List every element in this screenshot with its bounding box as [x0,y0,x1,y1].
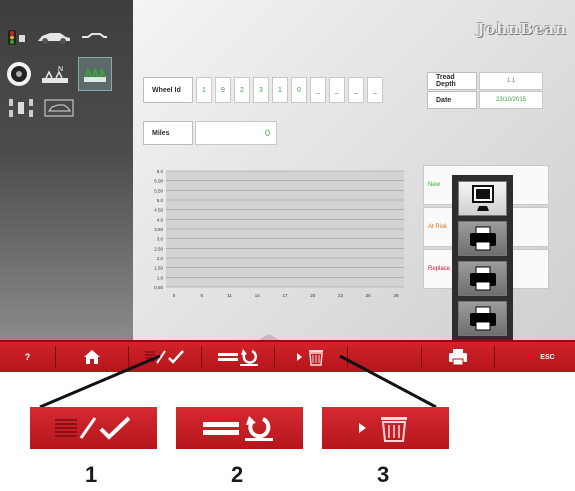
miles-label: Miles [143,121,193,145]
help-button[interactable]: ? [0,342,55,372]
wheel-id-digit[interactable]: 0 [291,77,307,103]
y-tick-label: 3.50 [154,227,163,232]
legend-replace-label: Replace [428,266,451,272]
printer-icon [469,266,496,290]
x-tick-label: 29 [393,293,399,298]
wheel-id-digit[interactable]: 3 [253,77,269,103]
printer-icon [469,306,496,330]
tire-icon[interactable] [6,61,32,87]
toolbar-divider [347,346,348,368]
record-check-icon [145,350,184,364]
x-tick-label: 20 [310,293,316,298]
miles-value[interactable]: 0 [195,121,277,145]
tread-depth-value: 1.1 [479,72,543,90]
esc-button[interactable]: ESC [520,342,575,372]
home-icon [84,350,100,364]
delete-button[interactable] [275,342,347,372]
axle-icon[interactable] [80,31,108,43]
print-option-1-button[interactable] [458,221,507,256]
y-tick-label: 3.0 [157,237,164,242]
monitor-icon [471,184,494,211]
record-check-button[interactable] [129,342,201,372]
print-option-2-button[interactable] [458,261,507,296]
x-tick-label: 14 [255,293,261,298]
y-tick-label: 2.50 [154,246,163,251]
y-tick-label: 4.0 [157,217,164,222]
wheel-id-digit[interactable]: 1 [272,77,288,103]
callout-reset [176,407,303,449]
wheel-id-digit[interactable]: 2 [234,77,250,103]
delete-icon [297,350,323,366]
vehicle-info-icon[interactable] [44,98,74,118]
sidebar-row-2: N [6,57,112,91]
x-tick-label: 23 [338,293,344,298]
reset-icon [202,416,273,441]
tread-wear-chart: 8.0 5.00 5.50 5.0 4.50 4.0 3.50 3.0 2.50 2.0 1.50 1… [154,169,404,298]
wheel-id-digit[interactable]: _ [310,77,326,103]
y-tick-label: 8.0 [157,169,164,174]
wheel-id-digit[interactable]: 1 [196,77,212,103]
record-check-icon [54,416,130,440]
y-tick-label: 5.0 [157,198,164,203]
y-tick-label: 1.0 [157,275,164,280]
sidebar: N [0,0,133,340]
callout-number-3: 3 [377,462,390,487]
tread-depth-label: Tread Depth [427,72,477,90]
toolbar-divider [494,346,495,368]
callout-number-2: 2 [231,462,244,487]
help-label: ? [24,352,31,362]
y-tick-label: 2.0 [157,256,164,261]
legend-at-risk-label: At Risk [428,224,448,230]
sidebar-row-3 [6,96,74,120]
callout-delete [322,407,449,449]
tread-depth-selected-icon[interactable] [78,57,112,91]
callout-record-check [30,407,157,449]
y-tick-label: 0.50 [154,285,163,290]
print-preview-button[interactable] [458,181,507,216]
x-tick-label: 11 [227,293,232,298]
wheel-positions-icon[interactable] [6,96,36,120]
callout-number-1: 1 [85,462,98,487]
wheel-id-digit[interactable]: _ [329,77,345,103]
y-tick-label: 4.50 [154,208,163,213]
date-value: 23/10/2015 [479,91,543,109]
x-tick-label: 26 [366,293,372,298]
car-icon[interactable] [36,29,72,45]
legend-new-label: New [428,182,441,188]
x-tick-label: 5 [173,293,176,298]
x-tick-label: 17 [282,293,288,298]
wheel-id-label: Wheel Id [143,77,193,103]
app-screen: N JohnBean Wheel Id 1 9 2 3 1 0 _ _ _ _ … [0,0,575,372]
svg-text:N: N [58,66,63,73]
print-menu [452,175,513,340]
home-button[interactable] [56,342,128,372]
print-option-3-button[interactable] [458,301,507,336]
reset-icon [218,349,258,366]
bottom-toolbar: ? ESC [0,340,575,372]
esc-label: ESC [540,353,555,361]
print-button[interactable] [422,342,494,372]
wheel-id-digit[interactable]: 9 [215,77,231,103]
brand-logo: JohnBean [477,20,567,38]
sidebar-row-1 [6,26,108,48]
traffic-light-icon[interactable] [6,26,28,48]
delete-icon [358,417,407,442]
y-tick-label: 5.00 [154,179,163,184]
printer-icon [469,226,496,250]
tread-gauge-icon[interactable]: N [40,62,70,86]
x-tick-label: 8 [200,293,203,298]
y-tick-label: 5.50 [154,188,163,193]
reset-button[interactable] [202,342,274,372]
printer-icon [449,349,467,366]
y-tick-label: 1.50 [154,266,163,271]
wheel-id-digit[interactable]: _ [348,77,364,103]
date-label: Date [427,91,477,109]
wheel-id-digit[interactable]: _ [367,77,383,103]
